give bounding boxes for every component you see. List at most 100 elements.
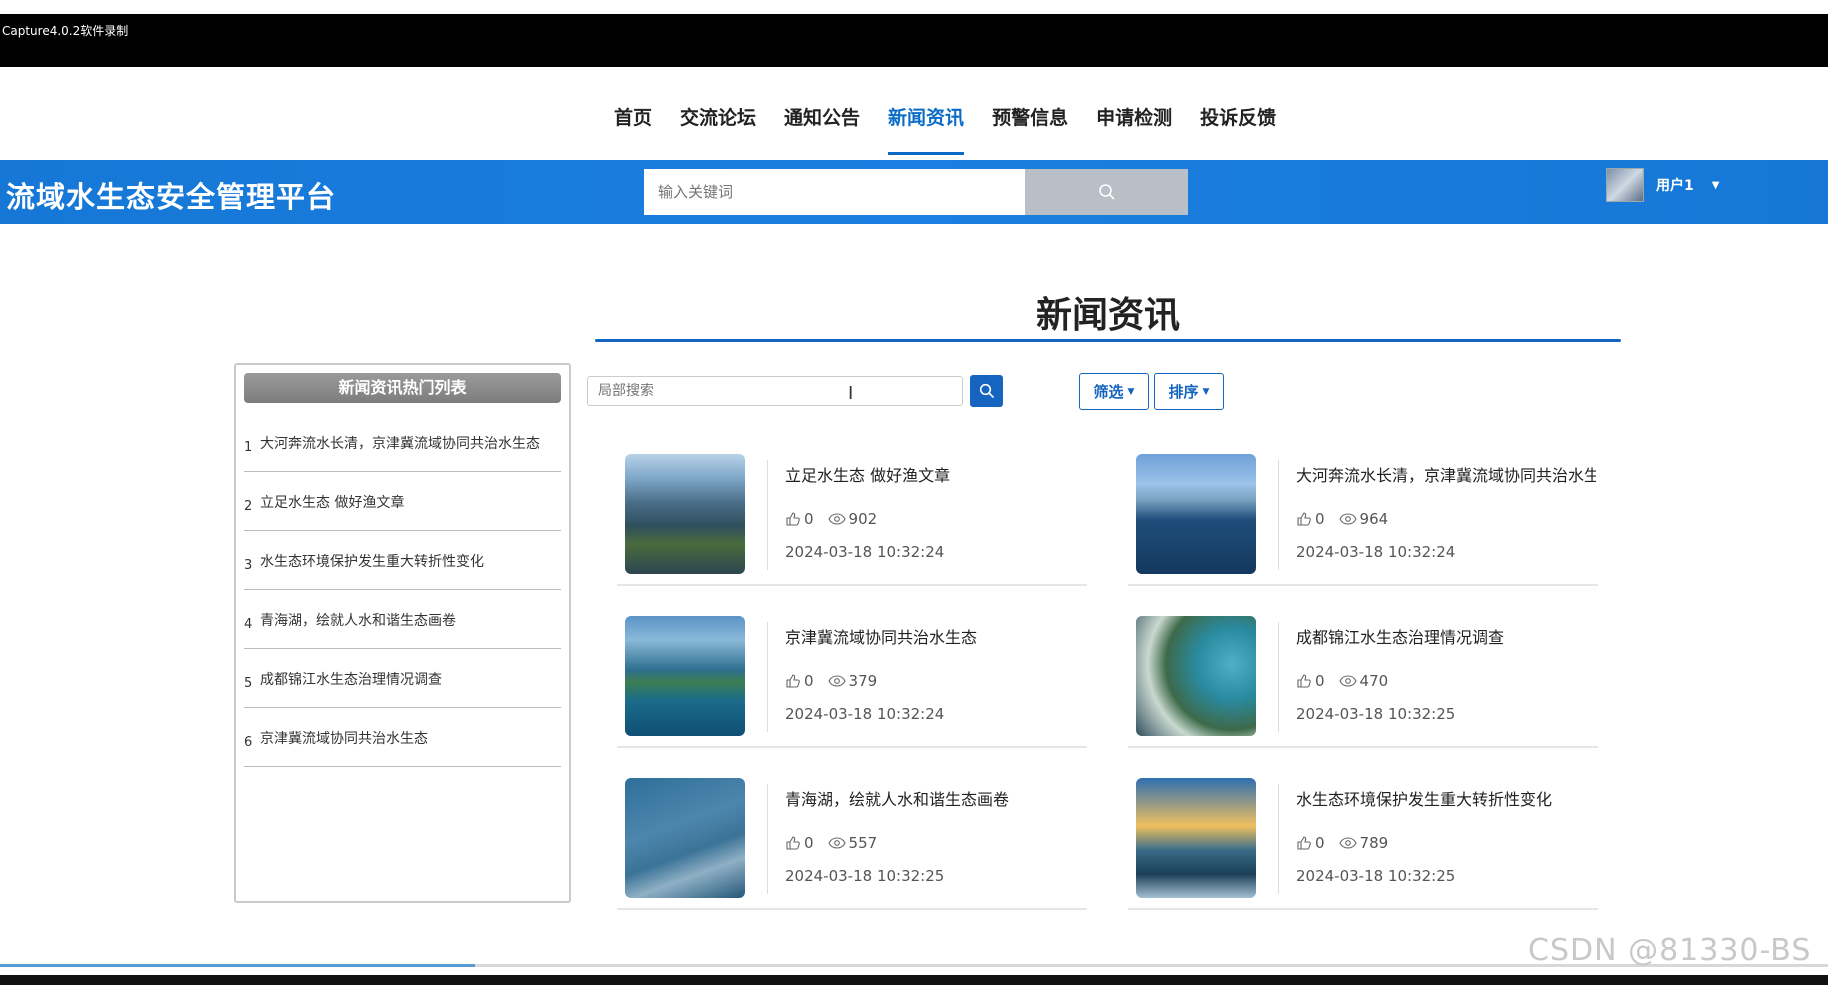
news-title[interactable]: 青海湖，绘就人水和谐生态画卷 [785, 786, 1085, 810]
news-thumbnail[interactable] [1136, 778, 1256, 898]
thumbs-up-icon[interactable] [785, 835, 801, 851]
news-stats: 0 902 [785, 510, 877, 528]
news-title[interactable]: 水生态环境保护发生重大转折性变化 [1296, 786, 1596, 810]
thumbs-up-icon[interactable] [1296, 835, 1312, 851]
divider [767, 460, 768, 570]
global-search-button[interactable] [1025, 169, 1188, 215]
news-card[interactable]: 水生态环境保护发生重大转折性变化 0 789 2024-03-18 10:32:… [1128, 770, 1598, 910]
news-card[interactable]: 京津冀流域协同共治水生态 0 379 2024-03-18 10:32:24 [617, 608, 1087, 748]
chevron-down-icon: ▼ [1711, 179, 1720, 191]
like-count: 0 [1315, 672, 1325, 690]
view-count: 902 [848, 510, 878, 528]
nav-item-warning[interactable]: 预警信息 [978, 103, 1082, 155]
eye-icon [827, 513, 846, 525]
text-cursor-icon: I [848, 383, 854, 404]
news-thumbnail[interactable] [1136, 616, 1256, 736]
filter-dropdown[interactable]: 筛选 ▼ [1079, 373, 1149, 410]
news-stats: 0 470 [1296, 672, 1388, 690]
like-count: 0 [804, 672, 814, 690]
nav-item-notice[interactable]: 通知公告 [770, 103, 874, 155]
news-date: 2024-03-18 10:32:25 [785, 867, 945, 885]
news-title[interactable]: 大河奔流水长清，京津冀流域协同共治水生 [1296, 462, 1596, 486]
watermark: CSDN @81330-BS [1528, 933, 1812, 968]
like-count: 0 [804, 510, 814, 528]
news-card[interactable]: 成都锦江水生态治理情况调查 0 470 2024-03-18 10:32:25 [1128, 608, 1598, 748]
nav-item-home[interactable]: 首页 [600, 103, 666, 155]
view-count: 470 [1359, 672, 1389, 690]
divider [1278, 622, 1279, 732]
local-search-input[interactable] [587, 376, 963, 406]
news-date: 2024-03-18 10:32:25 [1296, 705, 1456, 723]
view-count: 789 [1359, 834, 1389, 852]
like-count: 0 [1315, 510, 1325, 528]
eye-icon [827, 837, 846, 849]
hot-list-item[interactable]: 1 大河奔流水长清，京津冀流域协同共治水生态 [244, 413, 561, 472]
hot-list-item[interactable]: 3 水生态环境保护发生重大转折性变化 [244, 531, 561, 590]
news-title[interactable]: 立足水生态 做好渔文章 [785, 462, 1085, 486]
hot-list-item[interactable]: 5 成都锦江水生态治理情况调查 [244, 649, 561, 708]
news-date: 2024-03-18 10:32:25 [1296, 867, 1456, 885]
news-date: 2024-03-18 10:32:24 [785, 543, 945, 561]
nav-item-forum[interactable]: 交流论坛 [666, 103, 770, 155]
news-thumbnail[interactable] [625, 778, 745, 898]
news-card[interactable]: 立足水生态 做好渔文章 0 902 2024-03-18 10:32:24 [617, 446, 1087, 586]
hot-list-panel: 新闻资讯热门列表 1 大河奔流水长清，京津冀流域协同共治水生态 2 立足水生态 做好… [234, 363, 571, 903]
capture-title: Capture4.0.2软件录制 [2, 24, 129, 38]
page-title: 新闻资讯 [1035, 295, 1180, 336]
like-count: 0 [1315, 834, 1325, 852]
caret-down-icon: ▼ [1127, 386, 1135, 397]
avatar [1606, 168, 1644, 202]
news-stats: 0 789 [1296, 834, 1388, 852]
news-thumbnail[interactable] [1136, 454, 1256, 574]
view-count: 557 [848, 834, 878, 852]
bottom-bar [0, 975, 1828, 985]
sort-dropdown[interactable]: 排序 ▼ [1154, 373, 1224, 410]
eye-icon [827, 675, 846, 687]
news-date: 2024-03-18 10:32:24 [1296, 543, 1456, 561]
news-stats: 0 557 [785, 834, 877, 852]
caret-down-icon: ▼ [1202, 386, 1210, 397]
view-count: 964 [1359, 510, 1389, 528]
search-icon [979, 383, 994, 399]
user-name: 用户1 [1656, 178, 1694, 194]
window-top-strip [0, 0, 1828, 14]
news-thumbnail[interactable] [625, 454, 745, 574]
capture-title-bar: Capture4.0.2软件录制 [0, 0, 1828, 67]
hot-list-item[interactable]: 4 青海湖，绘就人水和谐生态画卷 [244, 590, 561, 649]
nav-item-complaint[interactable]: 投诉反馈 [1186, 103, 1290, 155]
view-count: 379 [848, 672, 878, 690]
nav-item-news[interactable]: 新闻资讯 [874, 103, 978, 155]
global-search-input[interactable] [644, 169, 1025, 215]
nav-item-apply-test[interactable]: 申请检测 [1082, 103, 1186, 155]
like-count: 0 [804, 834, 814, 852]
news-stats: 0 379 [785, 672, 877, 690]
news-stats: 0 964 [1296, 510, 1388, 528]
local-search-button[interactable] [970, 375, 1003, 407]
divider [767, 622, 768, 732]
main-nav: 首页 交流论坛 通知公告 新闻资讯 预警信息 申请检测 投诉反馈 [0, 67, 1828, 160]
news-card[interactable]: 大河奔流水长清，京津冀流域协同共治水生 0 964 2024-03-18 10:… [1128, 446, 1598, 586]
search-icon [1098, 184, 1115, 200]
title-underline [595, 339, 1621, 342]
thumbs-up-icon[interactable] [785, 511, 801, 527]
news-thumbnail[interactable] [625, 616, 745, 736]
thumbs-up-icon[interactable] [1296, 511, 1312, 527]
divider [1278, 784, 1279, 894]
news-card[interactable]: 青海湖，绘就人水和谐生态画卷 0 557 2024-03-18 10:32:25 [617, 770, 1087, 910]
site-logo: 流域水生态安全管理平台 [6, 180, 337, 214]
global-search [644, 169, 1188, 215]
eye-icon [1338, 513, 1357, 525]
eye-icon [1338, 675, 1357, 687]
hot-list-item[interactable]: 6 京津冀流域协同共治水生态 [244, 708, 561, 767]
thumbs-up-icon[interactable] [785, 673, 801, 689]
hot-list-item[interactable]: 2 立足水生态 做好渔文章 [244, 472, 561, 531]
thumbs-up-icon[interactable] [1296, 673, 1312, 689]
progress-fill [0, 964, 475, 967]
header-banner: 流域水生态安全管理平台 用户1 ▼ [0, 160, 1828, 224]
news-title[interactable]: 成都锦江水生态治理情况调查 [1296, 624, 1596, 648]
news-title[interactable]: 京津冀流域协同共治水生态 [785, 624, 1085, 648]
user-menu[interactable]: 用户1 ▼ [1606, 168, 1719, 202]
hot-list-title: 新闻资讯热门列表 [244, 373, 561, 403]
news-date: 2024-03-18 10:32:24 [785, 705, 945, 723]
divider [1278, 460, 1279, 570]
